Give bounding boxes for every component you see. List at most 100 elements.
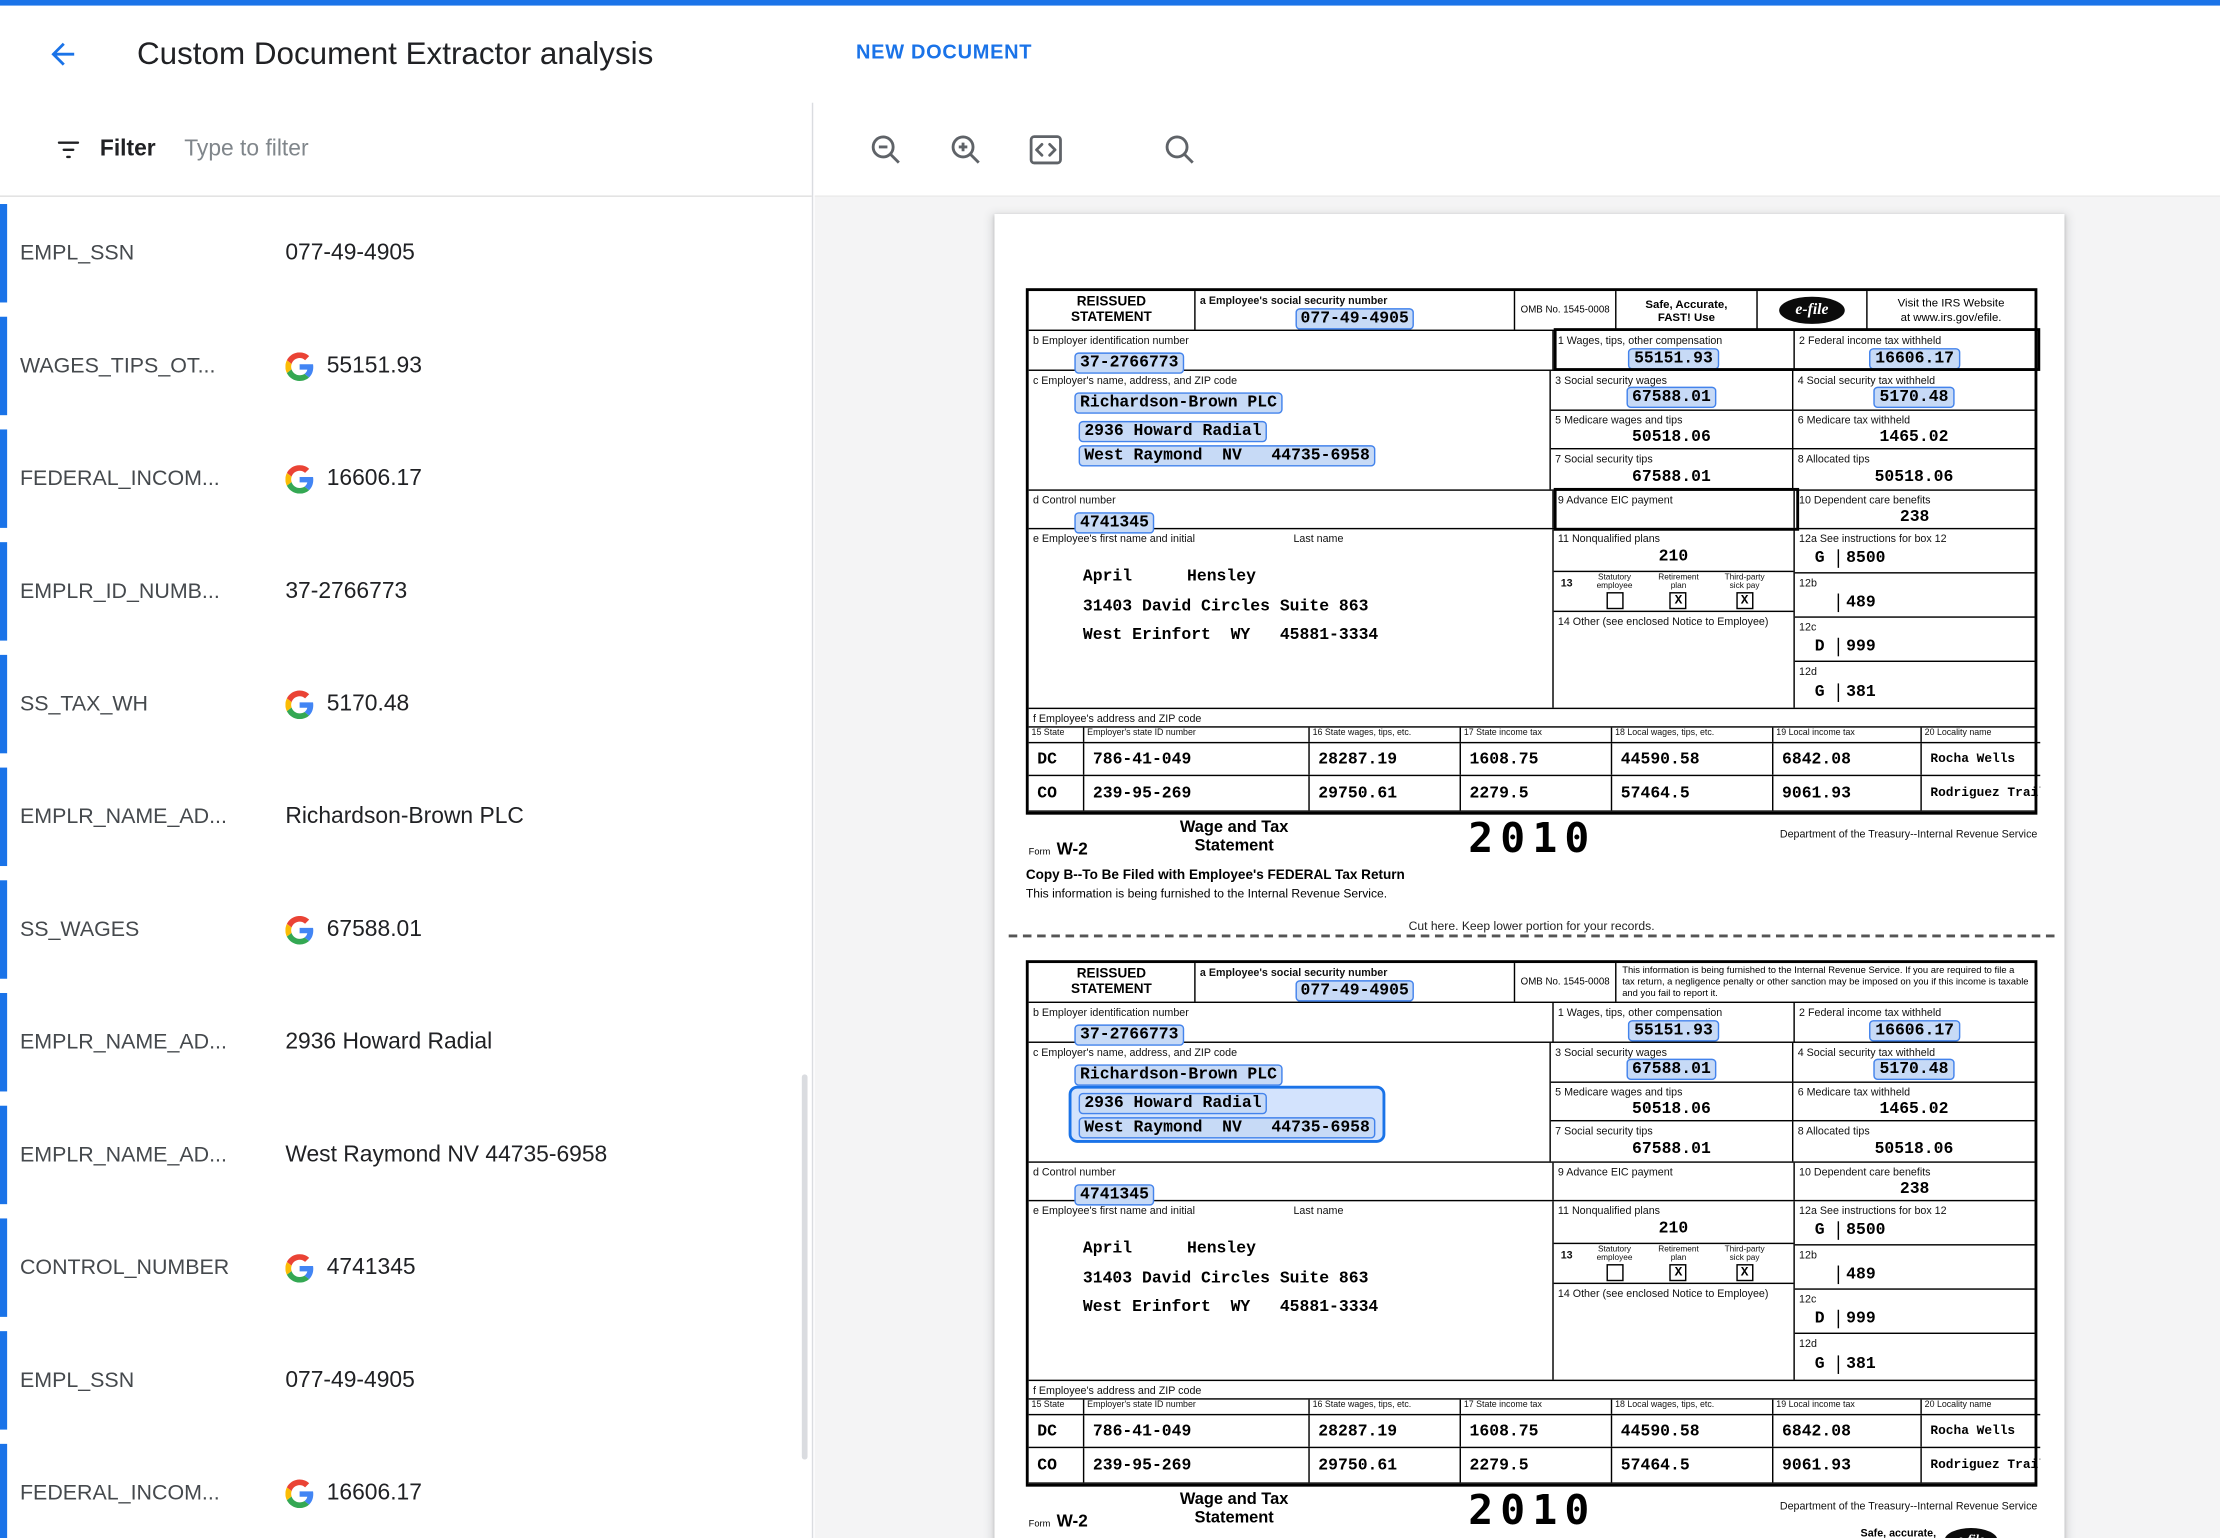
entity-highlight-ss-tax[interactable]: 5170.48 (1874, 387, 1954, 408)
field-row[interactable]: SS_TAX_WH 5170.48 (0, 648, 812, 761)
entities-panel: Filter EMPL_SSN (0, 103, 813, 1538)
box-5-label: 5 Medicare wages and tips (1551, 1082, 1792, 1098)
field-row[interactable]: EMPL_SSN 077-49-4905 (0, 1324, 812, 1437)
employee-street: 31403 David Circles Suite 863 (1083, 1270, 1552, 1289)
w2-box-12d: 12d G381 (1795, 662, 2035, 707)
box-12d-divider (1838, 1356, 1839, 1375)
filter-input[interactable] (184, 136, 655, 162)
box-3-label: 3 Social security wages (1551, 371, 1792, 387)
entity-highlight-employer-street[interactable]: 2936 Howard Radial (1079, 1093, 1268, 1114)
statutory-label1: Statutory (1598, 573, 1631, 582)
copy-designation: Copy B--To Be Filed with Employee's FEDE… (1026, 867, 2038, 904)
w2-box-4-ss-tax: 4 Social security tax withheld 5170.48 (1793, 1043, 2034, 1081)
treasury-department-text: Department of the Treasury--Internal Rev… (1780, 828, 2038, 841)
zoom-out-button[interactable] (857, 121, 914, 178)
box-12c-value: 999 (1846, 1310, 1876, 1329)
field-label: SS_WAGES (20, 917, 265, 941)
box-7-value: 67588.01 (1632, 468, 1711, 487)
statement-line1: Wage and Tax (1154, 819, 1314, 837)
safe-line1: Safe, Accurate, (1645, 297, 1727, 310)
box-13-label: 13 (1556, 573, 1575, 589)
box-b-label: b Employer identification number (1029, 1003, 1552, 1019)
entity-highlight-employer-city[interactable]: West Raymond NV 44735-6958 (1079, 1117, 1376, 1138)
cut-here-text: Cut here. Keep lower portion for your re… (1009, 919, 2055, 933)
entity-highlight-employer-city[interactable]: West Raymond NV 44735-6958 (1079, 445, 1376, 466)
field-row[interactable]: FEDERAL_INCOM... 16606.17 (0, 422, 812, 535)
sickpay-label1: Third-party (1725, 573, 1765, 582)
search-button[interactable] (1151, 121, 1208, 178)
entity-highlight-ssn[interactable]: 077-49-4905 (1295, 979, 1415, 1000)
w2-form-border: REISSUED STATEMENT a Employee's social s… (1026, 960, 2038, 1486)
new-document-button[interactable]: NEW DOCUMENT (856, 40, 1032, 63)
state-cell: Rodriguez Trail (1922, 777, 2040, 811)
field-row[interactable]: EMPLR_NAME_AD... 2936 Howard Radial (0, 986, 812, 1099)
box-9-label: 9 Advance EIC payment (1554, 491, 1794, 507)
field-row[interactable]: FEDERAL_INCOM... 16606.17 (0, 1437, 812, 1538)
dashed-cut-line (1009, 935, 2055, 938)
box-3-label: 3 Social security wages (1551, 1043, 1792, 1059)
field-row[interactable]: CONTROL_NUMBER 4741345 (0, 1211, 812, 1324)
box-11-value: 210 (1659, 548, 1689, 567)
employer-address-selection[interactable]: 2936 Howard Radial West Raymond NV 44735… (1069, 1086, 1386, 1143)
retirement-label1: Retirement (1658, 573, 1698, 582)
employee-street: 31403 David Circles Suite 863 (1083, 598, 1552, 617)
box-12a-divider (1838, 549, 1839, 568)
entity-highlight-ssn[interactable]: 077-49-4905 (1295, 307, 1415, 328)
state-table-header: 15 State Employer's state ID number 16 S… (1029, 728, 2041, 743)
entity-highlight-wages[interactable]: 55151.93 (1628, 1019, 1718, 1040)
employer-address-selection[interactable]: 2936 Howard Radial West Raymond NV 44735… (1069, 414, 1386, 471)
google-icon (285, 1479, 314, 1508)
box-6-label: 6 Medicare tax withheld (1793, 410, 2034, 426)
box-8-value: 50518.06 (1875, 468, 1954, 487)
state-cell: 786-41-049 (1084, 1415, 1309, 1447)
entity-highlight-ss-wages[interactable]: 67588.01 (1626, 387, 1716, 408)
back-button[interactable] (43, 34, 83, 74)
zoom-in-button[interactable] (937, 121, 994, 178)
box-12c-label: 12c (1795, 617, 2035, 633)
third-party-sick-pay-group: Third-party sick pay X (1725, 573, 1765, 610)
box-14-label: 14 Other (see enclosed Notice to Employe… (1554, 611, 1794, 627)
box-12c-divider (1838, 638, 1839, 657)
field-row[interactable]: EMPLR_ID_NUMB... 37-2766773 (0, 535, 812, 648)
code-view-button[interactable] (1017, 121, 1074, 178)
box-12d-value: 381 (1846, 1356, 1876, 1375)
field-row[interactable]: EMPL_SSN 077-49-4905 (0, 197, 812, 310)
state-cell: 786-41-049 (1084, 743, 1309, 775)
box-7-value: 67588.01 (1632, 1140, 1711, 1159)
w2-box-e-employee: e Employee's first name and initial Last… (1029, 529, 1554, 707)
state-cell: 239-95-269 (1084, 1449, 1309, 1483)
w2-box-2-fed-tax: 2 Federal income tax withheld 16606.17 (1795, 331, 2035, 370)
entity-highlight-employer-name[interactable]: Richardson-Brown PLC (1074, 392, 1282, 413)
field-row[interactable]: SS_WAGES 67588.01 (0, 873, 812, 986)
state-cell: CO (1029, 1449, 1085, 1483)
field-accent-bar (0, 1106, 7, 1204)
entity-highlight-fed-tax[interactable]: 16606.17 (1870, 1019, 1960, 1040)
reissued-line1: REISSUED (1077, 967, 1146, 982)
efile-logo-cell: e-file (1758, 291, 1866, 330)
state-header-id: Employer's state ID number (1084, 728, 1309, 742)
viewer-toolbar (815, 103, 2220, 197)
box-6-value: 1465.02 (1880, 1100, 1949, 1119)
boxes-3-to-8: 3 Social security wages 67588.01 4 Socia… (1551, 1043, 2035, 1161)
field-row[interactable]: WAGES_TIPS_OT... 55151.93 (0, 310, 812, 423)
box-10-label: 10 Dependent care benefits (1795, 1163, 2035, 1179)
field-row[interactable]: EMPLR_NAME_AD... West Raymond NV 44735-6… (0, 1099, 812, 1212)
entity-highlight-fed-tax[interactable]: 16606.17 (1870, 347, 1960, 368)
state-cell: 9061.93 (1773, 1449, 1921, 1483)
safe-accurate-text: Safe, Accurate, FAST! Use (1616, 291, 1757, 330)
entity-highlight-ss-wages[interactable]: 67588.01 (1626, 1059, 1716, 1080)
entity-highlight-employer-name[interactable]: Richardson-Brown PLC (1074, 1064, 1282, 1085)
field-accent-bar (0, 1444, 7, 1538)
scrollbar-thumb[interactable] (802, 1074, 808, 1459)
box-12d-code: G (1815, 1356, 1835, 1375)
box-d-label: d Control number (1029, 1163, 1552, 1179)
state-cell: 57464.5 (1612, 777, 1773, 811)
state-cell: 1608.75 (1461, 1415, 1612, 1447)
entity-highlight-employer-street[interactable]: 2936 Howard Radial (1079, 421, 1268, 442)
zoom-out-icon (869, 132, 903, 166)
field-row[interactable]: EMPLR_NAME_AD... Richardson-Brown PLC (0, 760, 812, 873)
entity-highlight-ss-tax[interactable]: 5170.48 (1874, 1059, 1954, 1080)
entity-highlight-wages[interactable]: 55151.93 (1628, 347, 1718, 368)
field-value-wrap: West Raymond NV 44735-6958 (285, 1142, 607, 1168)
form-number: Form W-2 (1029, 1508, 1088, 1534)
